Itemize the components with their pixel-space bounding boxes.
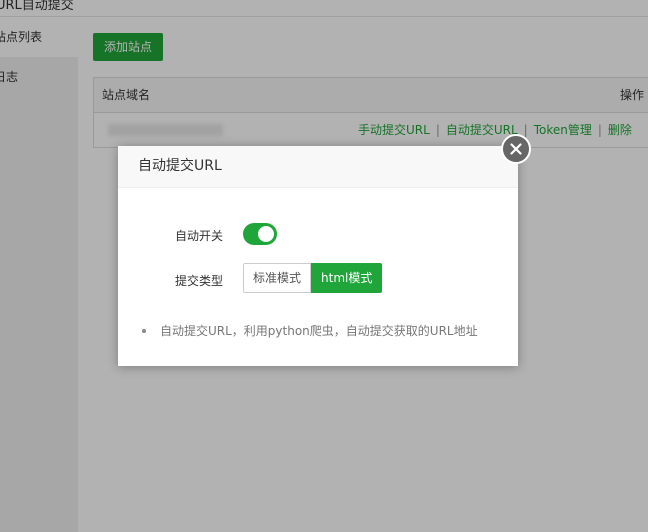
help-note-text: 自动提交URL，利用python爬虫，自动提交获取的URL地址: [160, 324, 478, 338]
dialog-title: 自动提交URL: [138, 158, 222, 174]
auto-switch-toggle[interactable]: [243, 223, 277, 245]
submit-type-label: 提交类型: [174, 274, 223, 288]
submit-type-selector: 标准模式 html模式: [243, 263, 383, 293]
submit-type-standard-button[interactable]: 标准模式: [243, 263, 312, 293]
auto-switch-label: 自动开关: [174, 229, 223, 243]
auto-submit-dialog: 自动提交URL 自动开关 提交类型 标准模式 html模式 自动提交URL，利用…: [118, 134, 531, 366]
dialog-header: 自动提交URL: [118, 146, 518, 188]
bullet-icon: [142, 328, 146, 333]
toggle-knob: [258, 226, 274, 242]
help-note: 自动提交URL，利用python爬虫，自动提交获取的URL地址: [142, 322, 478, 339]
submit-type-html-button[interactable]: html模式: [311, 263, 383, 293]
close-icon: [510, 143, 522, 155]
close-button[interactable]: [501, 134, 531, 164]
